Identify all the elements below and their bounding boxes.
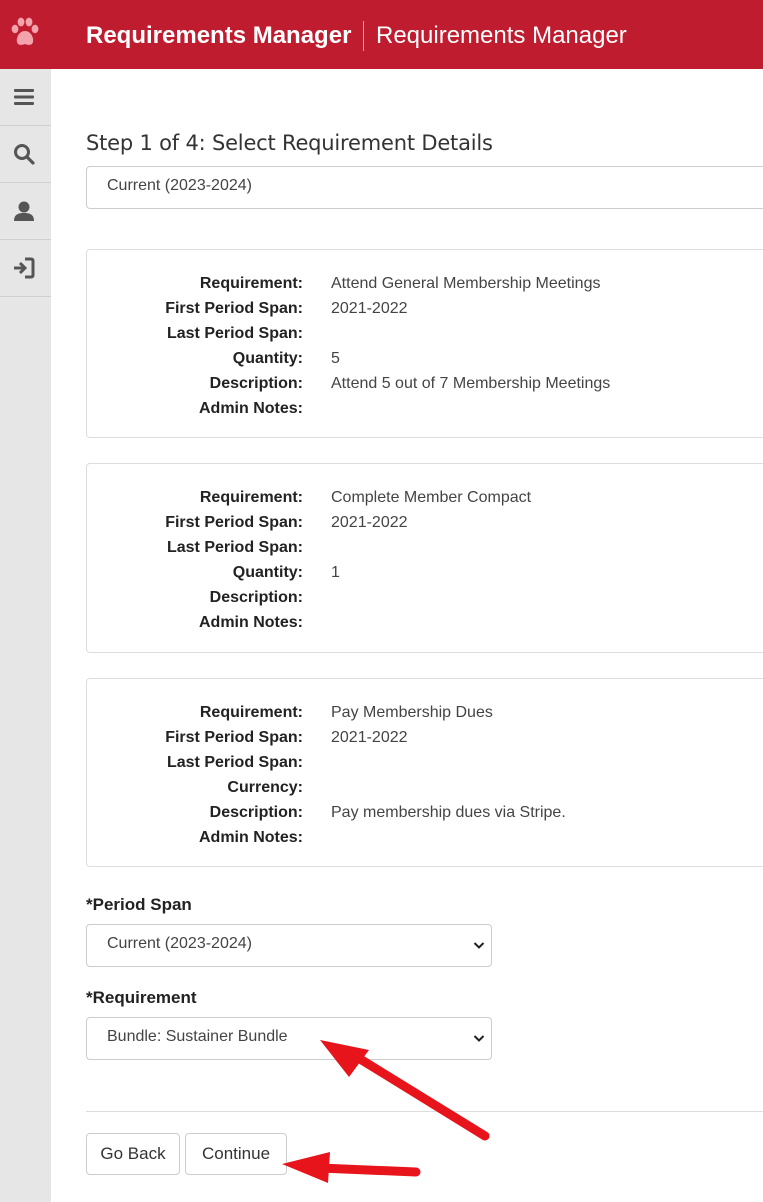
requirement-card: Requirement: Pay Membership Dues First P…: [86, 678, 763, 867]
detail-row: Admin Notes:: [87, 610, 763, 635]
detail-row: Last Period Span:: [87, 535, 763, 560]
period-span-label: *Period Span: [86, 895, 192, 914]
detail-label: Requirement:: [199, 704, 303, 721]
continue-button[interactable]: Continue: [185, 1133, 287, 1175]
detail-value: 2021-2022: [331, 729, 408, 746]
sidebar-user-button[interactable]: [0, 183, 51, 240]
chevron-down-icon: [473, 942, 485, 949]
requirement-select[interactable]: Bundle: Sustainer Bundle: [86, 1017, 492, 1060]
detail-label: First Period Span:: [165, 729, 303, 746]
detail-value: 1: [331, 564, 340, 581]
detail-row: Description: Attend 5 out of 7 Membershi…: [87, 371, 763, 396]
detail-label: Last Period Span:: [166, 754, 303, 771]
page-title: Step 1 of 4: Select Requirement Details: [86, 131, 493, 155]
detail-label: Last Period Span:: [166, 325, 303, 342]
detail-row: Description: Pay membership dues via Str…: [87, 800, 763, 825]
sidebar-search-button[interactable]: [0, 126, 51, 183]
detail-label: Description:: [209, 375, 303, 392]
detail-value: 2021-2022: [331, 300, 408, 317]
detail-value: Attend General Membership Meetings: [331, 275, 601, 292]
app-title: Requirements Manager: [86, 22, 352, 49]
detail-label: Last Period Span:: [166, 539, 303, 556]
requirement-card: Requirement: Complete Member Compact Fir…: [86, 463, 763, 653]
detail-row: Currency:: [87, 775, 763, 800]
app-header: Requirements Manager Requirements Manage…: [0, 0, 763, 69]
form-divider: [86, 1111, 763, 1112]
paw-icon[interactable]: [9, 16, 41, 52]
user-icon: [14, 201, 34, 221]
detail-row: Requirement: Complete Member Compact: [87, 485, 763, 510]
requirement-card: Requirement: Attend General Membership M…: [86, 249, 763, 438]
detail-label: First Period Span:: [165, 514, 303, 531]
menu-icon: [14, 89, 34, 105]
go-back-button[interactable]: Go Back: [86, 1133, 180, 1175]
detail-row: Description:: [87, 585, 763, 610]
detail-label: First Period Span:: [165, 300, 303, 317]
chevron-down-icon: [473, 1035, 485, 1042]
detail-row: Last Period Span:: [87, 750, 763, 775]
detail-label: Description:: [209, 589, 303, 606]
sign-in-icon: [14, 257, 35, 279]
detail-label: Admin Notes:: [199, 400, 303, 417]
requirement-label: *Requirement: [86, 988, 197, 1007]
detail-label: Currency:: [227, 779, 303, 796]
detail-label: Requirement:: [199, 275, 303, 292]
detail-row: Admin Notes:: [87, 825, 763, 850]
sidebar: [0, 69, 51, 1202]
page-subtitle: Requirements Manager: [376, 22, 627, 49]
detail-row: Quantity: 5: [87, 346, 763, 371]
detail-value: Complete Member Compact: [331, 489, 532, 506]
period-span-select[interactable]: Current (2023-2024): [86, 924, 492, 967]
detail-label: Admin Notes:: [199, 614, 303, 631]
sidebar-sign-in-button[interactable]: [0, 240, 51, 297]
detail-row: Last Period Span:: [87, 321, 763, 346]
detail-label: Quantity:: [232, 350, 303, 367]
title-separator: [363, 21, 364, 51]
detail-value: Pay Membership Dues: [331, 704, 493, 721]
detail-row: Requirement: Pay Membership Dues: [87, 700, 763, 725]
current-period-display: Current (2023-2024): [86, 166, 763, 209]
arrow-to-continue-button: [282, 1152, 421, 1183]
detail-value: 2021-2022: [331, 514, 408, 531]
detail-row: Quantity: 1: [87, 560, 763, 585]
detail-row: Admin Notes:: [87, 396, 763, 421]
period-span-value: Current (2023-2024): [107, 935, 252, 952]
detail-row: First Period Span: 2021-2022: [87, 296, 763, 321]
detail-value: Pay membership dues via Stripe.: [331, 804, 566, 821]
detail-row: First Period Span: 2021-2022: [87, 725, 763, 750]
search-icon: [14, 144, 35, 165]
detail-label: Description:: [209, 804, 303, 821]
requirement-value: Bundle: Sustainer Bundle: [107, 1028, 288, 1045]
detail-value: 5: [331, 350, 340, 367]
sidebar-menu-button[interactable]: [0, 69, 51, 126]
detail-label: Requirement:: [199, 489, 303, 506]
detail-label: Admin Notes:: [199, 829, 303, 846]
detail-value: Attend 5 out of 7 Membership Meetings: [331, 375, 611, 392]
detail-row: Requirement: Attend General Membership M…: [87, 271, 763, 296]
detail-label: Quantity:: [232, 564, 303, 581]
detail-row: First Period Span: 2021-2022: [87, 510, 763, 535]
